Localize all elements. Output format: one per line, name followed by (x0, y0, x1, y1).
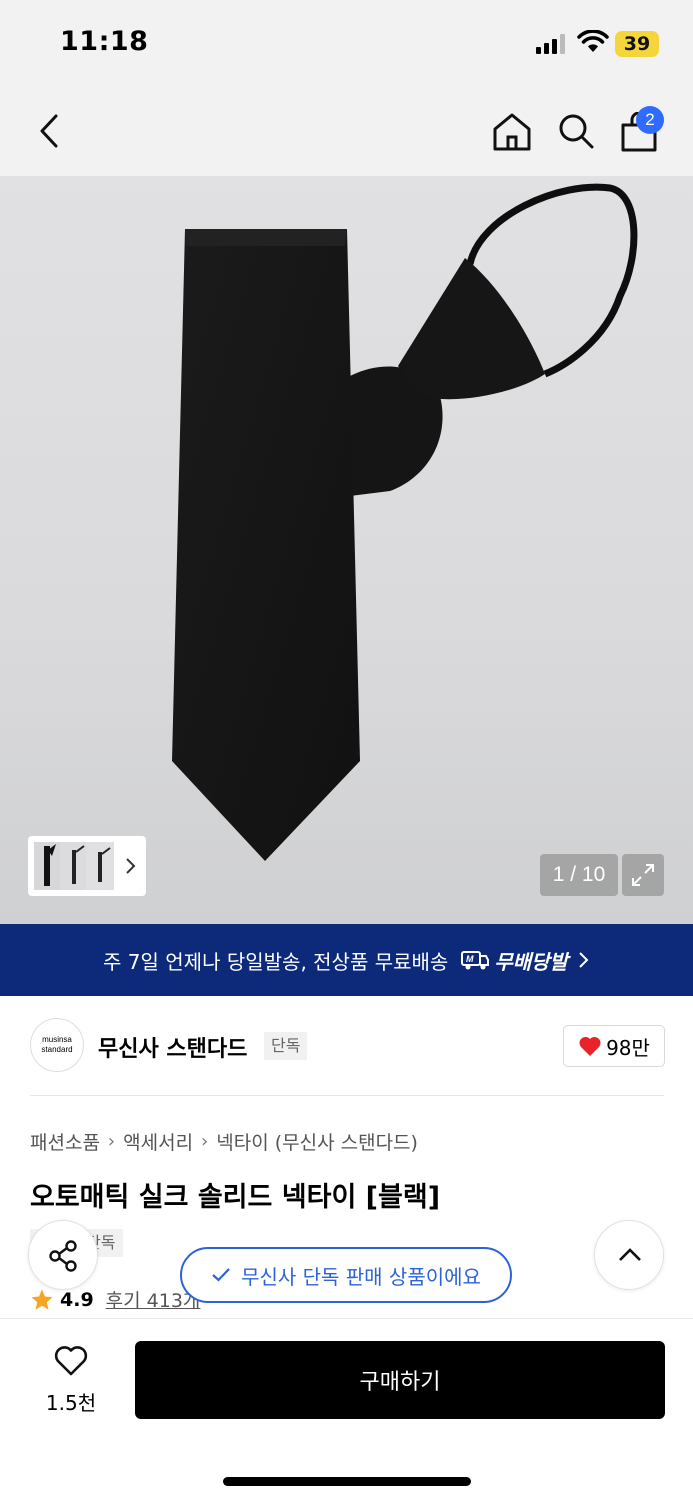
share-button[interactable] (28, 1220, 98, 1290)
chevron-right-icon (579, 952, 589, 968)
nav-bar: 2 (0, 88, 693, 176)
chevron-right-icon (126, 858, 136, 874)
thumbnail-strip[interactable] (28, 836, 146, 896)
chevron-up-icon (619, 1248, 641, 1261)
promo-text: 주 7일 언제나 당일발송, 전상품 무료배송 (103, 949, 449, 974)
rating-row[interactable]: 4.9 후기 413개 (30, 1286, 200, 1313)
brand-logo-line1: musinsa (42, 1035, 72, 1044)
delivery-truck-icon: M (461, 951, 490, 970)
product-image-gallery[interactable]: 1 / 10 (0, 176, 693, 924)
divider (30, 1095, 664, 1096)
brand-logo-line2: standard (41, 1045, 73, 1054)
breadcrumb-item[interactable]: 패션소품 (30, 1128, 100, 1155)
breadcrumb: 패션소품 › 액세서리 › 넥타이 (무신사 스탠다드) (30, 1128, 418, 1155)
thumbnail-images (34, 842, 114, 890)
bottom-purchase-bar: 1.5천 구매하기 (0, 1318, 693, 1500)
wishlist-count: 1.5천 (45, 1391, 97, 1415)
svg-text:M: M (466, 954, 474, 964)
home-icon[interactable] (490, 110, 534, 154)
breadcrumb-item[interactable]: 액세서리 (123, 1128, 193, 1155)
battery-indicator: 39 (615, 31, 659, 57)
status-bar: 11:18 39 (0, 0, 693, 88)
buy-button[interactable]: 구매하기 (135, 1341, 665, 1419)
check-icon (212, 1268, 230, 1282)
brand-exclusive-tag: 단독 (264, 1032, 308, 1060)
exclusive-toast: 무신사 단독 판매 상품이에요 (180, 1247, 512, 1303)
status-time: 11:18 (60, 26, 149, 57)
brand-like-count: 98만 (606, 1035, 650, 1060)
rating-value: 4.9 (60, 1288, 94, 1311)
promo-logo-text: 무배당발 (494, 949, 568, 974)
wishlist-button[interactable]: 1.5천 (36, 1345, 106, 1417)
expand-icon (632, 864, 654, 886)
free-shipping-banner[interactable]: 주 7일 언제나 당일발송, 전상품 무료배송 M 무배당발 (0, 924, 693, 996)
scroll-to-top-button[interactable] (594, 1220, 664, 1290)
search-icon[interactable] (555, 110, 597, 152)
fullscreen-button[interactable] (622, 854, 664, 896)
heart-filled-icon (579, 1036, 601, 1056)
chevron-right-icon: › (107, 1131, 116, 1152)
back-arrow-icon[interactable] (34, 110, 66, 152)
wifi-icon (577, 30, 609, 52)
product-photo-necktie (172, 183, 638, 861)
brand-name[interactable]: 무신사 스탠다드 (98, 1031, 247, 1063)
promo-logo: M 무배당발 (460, 946, 568, 975)
chevron-right-icon: › (201, 1131, 209, 1152)
brand-logo[interactable]: musinsa standard (30, 1018, 84, 1072)
home-indicator (223, 1477, 471, 1486)
toast-text: 무신사 단독 판매 상품이에요 (241, 1264, 481, 1289)
gallery-page-counter: 1 / 10 (540, 854, 618, 896)
brand-like-button[interactable]: 98만 (563, 1025, 665, 1067)
cart-count-badge: 2 (636, 106, 664, 134)
heart-outline-icon (54, 1346, 88, 1376)
cellular-signal-icon (536, 34, 565, 54)
star-icon (31, 1289, 53, 1310)
product-title: 오토매틱 실크 솔리드 넥타이 [블랙] (30, 1182, 441, 1213)
share-icon (49, 1240, 77, 1272)
breadcrumb-item[interactable]: 넥타이 (무신사 스탠다드) (216, 1128, 418, 1155)
